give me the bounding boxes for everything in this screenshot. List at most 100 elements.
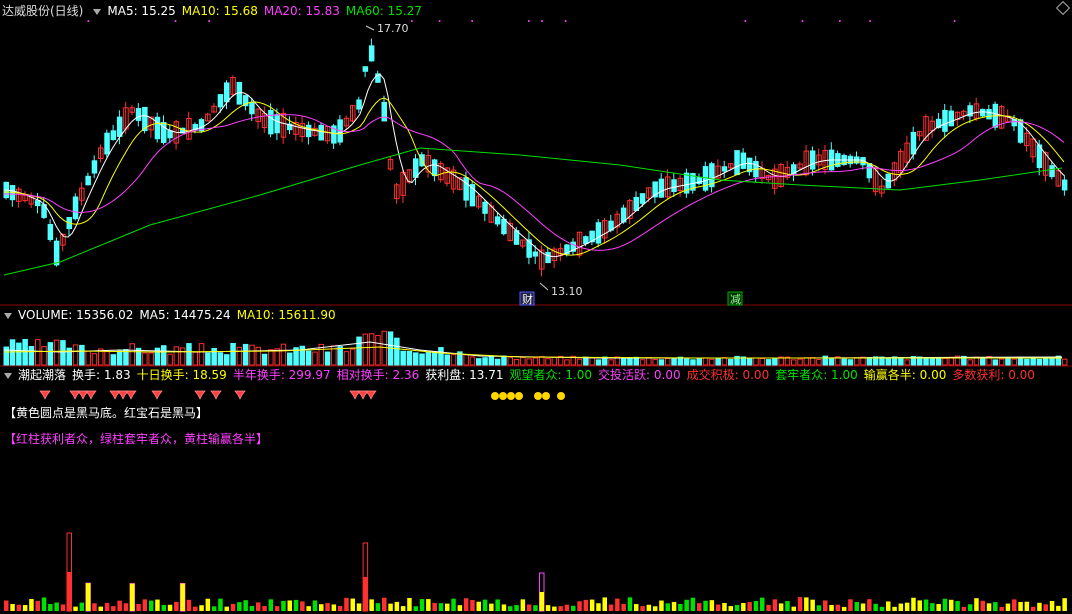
volume-bar — [898, 356, 904, 366]
marker-dot — [527, 20, 530, 22]
turnover-bar — [1012, 599, 1017, 611]
stock-title[interactable]: 达威股份(日线) — [2, 4, 83, 18]
turnover-bar — [583, 599, 589, 611]
turnover-bar — [300, 601, 305, 611]
turnover-bar — [886, 601, 891, 611]
turnover-bar — [400, 606, 406, 611]
volume-bar — [224, 354, 230, 366]
ruby-icon — [234, 390, 246, 400]
event-tag-cai: 财 — [522, 292, 533, 306]
turnover-bar — [1030, 606, 1036, 611]
indicator-item: 成交积极: 0.00 — [686, 368, 770, 382]
candle-body — [249, 101, 255, 115]
turnover-bar — [508, 606, 513, 611]
volume-bar — [249, 344, 255, 366]
dropdown-icon[interactable] — [4, 312, 12, 319]
price-header: 达威股份(日线) MA5: 15.25 MA10: 15.68 MA20: 15.83… — [2, 3, 428, 19]
candle-body — [545, 251, 551, 264]
turnover-bar — [715, 604, 721, 611]
volume-bar — [507, 357, 513, 366]
volume-bar — [809, 357, 816, 366]
turnover-bar — [722, 602, 727, 611]
dropdown-icon[interactable] — [4, 372, 12, 379]
volume-bar — [1005, 357, 1011, 366]
turnover-bar — [772, 599, 778, 611]
turnover-bar — [564, 604, 570, 611]
volume-bar — [772, 357, 778, 366]
turnover-bar — [545, 605, 551, 611]
volume-bar — [217, 352, 224, 366]
turnover-bar — [274, 606, 280, 611]
note-black-horse: 【黄色圆点是黑马底。红宝石是黑马】 — [4, 406, 209, 420]
volume-bar — [1049, 357, 1055, 366]
turnover-bar — [224, 606, 229, 611]
volume-bar — [646, 357, 652, 366]
turnover-bar — [501, 604, 507, 611]
turnover-bar — [923, 599, 929, 611]
turnover-bar — [54, 602, 59, 611]
volume-bar — [337, 346, 343, 366]
turnover-bar — [955, 601, 960, 611]
indicator-name[interactable]: 潮起潮落 — [18, 368, 66, 382]
yellow-dot-icon — [515, 392, 523, 400]
volume-bar — [980, 357, 986, 366]
candle-body — [658, 178, 665, 198]
turnover-bar — [690, 597, 696, 611]
turnover-bar — [104, 602, 110, 611]
turnover-bar — [571, 605, 576, 611]
turnover-bar — [29, 598, 34, 611]
turnover-bar — [552, 606, 557, 611]
volume-bar — [671, 357, 677, 366]
volume-bar — [526, 358, 532, 366]
turnover-bar — [123, 603, 129, 611]
low-pointer — [539, 282, 549, 291]
turnover-bar — [394, 601, 400, 611]
turnover-bar — [287, 600, 292, 611]
turnover-bar — [1043, 604, 1048, 611]
candle-body — [110, 130, 117, 141]
indicator-item: 交投活跃: 0.00 — [598, 368, 681, 382]
volume-bar — [539, 356, 545, 366]
turnover-bar — [917, 600, 922, 611]
candle-body — [224, 82, 230, 103]
turnover-bar — [432, 602, 437, 611]
turnover-bar — [1037, 602, 1042, 611]
volume-bar — [47, 342, 54, 366]
volume-bar — [312, 351, 318, 366]
volume-bar — [268, 349, 274, 366]
turnover-bar — [835, 604, 841, 611]
volume-bar — [520, 356, 526, 366]
volume-bar — [161, 345, 167, 366]
volume-bar — [179, 347, 186, 366]
turnover-bar — [193, 606, 198, 611]
turnover-bar — [709, 600, 715, 611]
volume-bar — [28, 345, 35, 366]
yellow-dot-icon — [507, 392, 515, 400]
volume-bar — [400, 350, 406, 366]
candle-body — [532, 251, 539, 257]
volume-bar — [1030, 357, 1036, 366]
marker-dot — [471, 20, 474, 22]
turnover-bar — [728, 606, 733, 611]
volume-bar — [904, 359, 910, 366]
volume-bar — [431, 351, 438, 366]
marker-dot — [208, 20, 211, 22]
indicator-item: 相对换手: 2.36 — [336, 368, 420, 382]
turnover-bar — [230, 603, 236, 611]
volume-bar — [683, 358, 690, 366]
volume-bar — [564, 359, 570, 366]
volume-bar — [854, 357, 860, 366]
marker-dot — [438, 20, 441, 22]
turnover-bar — [526, 604, 532, 611]
volume-bar — [324, 351, 331, 366]
turnover-bar — [879, 606, 885, 611]
turnover-bar — [470, 599, 475, 611]
turnover-bar — [218, 598, 223, 611]
volume-bar — [35, 339, 41, 366]
volume-bar — [665, 358, 671, 366]
candle-body — [431, 159, 438, 177]
turnover-bar — [646, 604, 652, 611]
indicator-item: 套牢者众: 1.00 — [775, 368, 858, 382]
dropdown-icon[interactable] — [93, 8, 102, 15]
volume-bar — [728, 358, 734, 366]
